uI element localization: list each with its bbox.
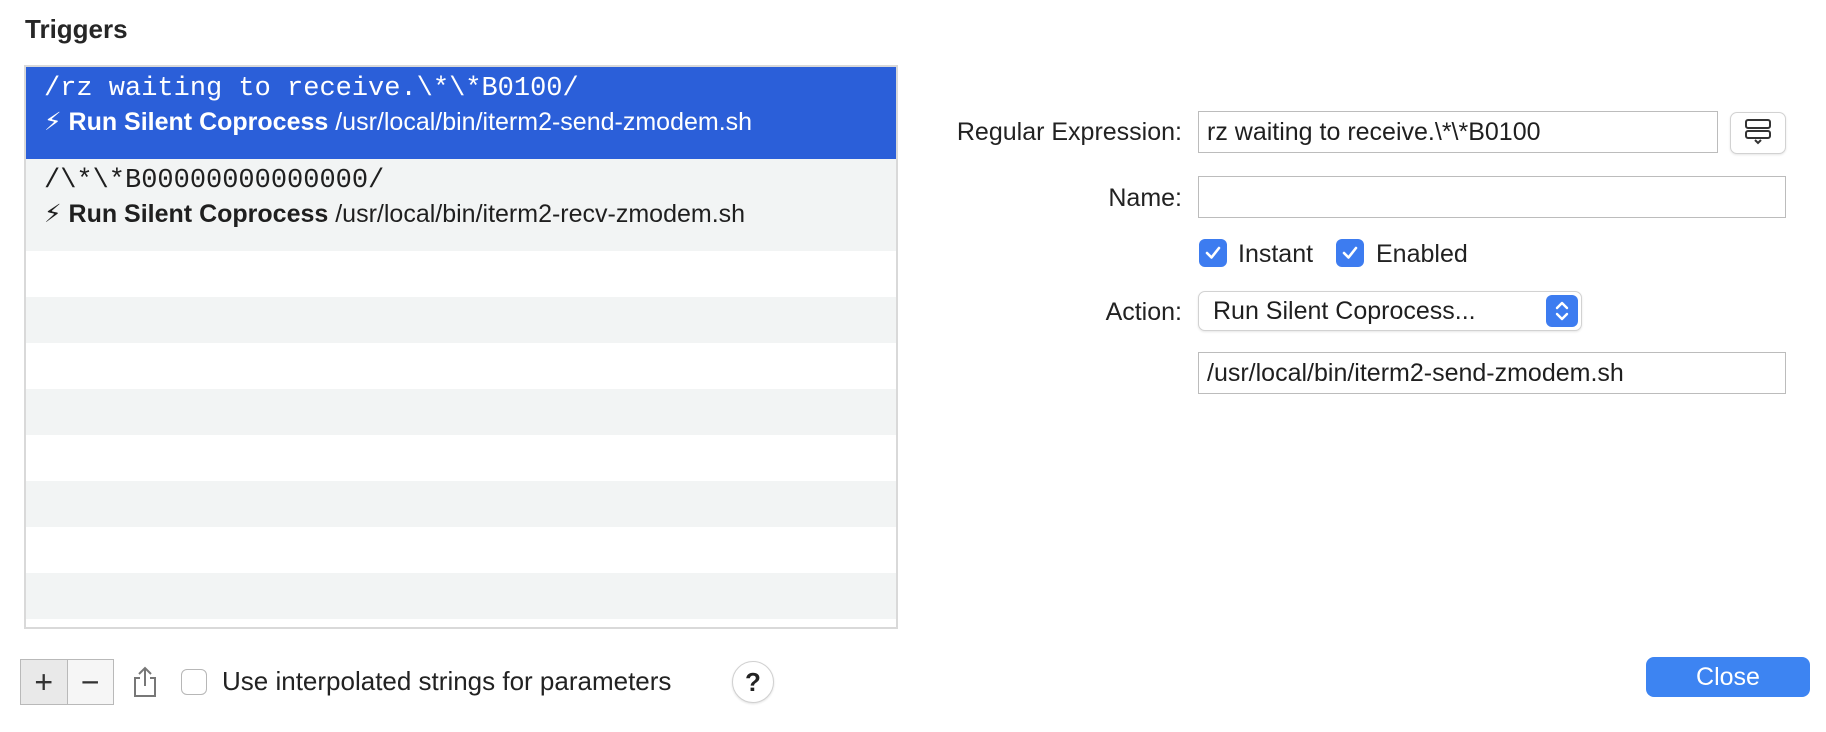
trigger-regex: /rz waiting to receive.\*\*B0100/ xyxy=(44,74,579,104)
empty-row-stripe xyxy=(26,389,896,435)
help-button[interactable]: ? xyxy=(732,661,774,703)
trigger-row-2[interactable]: /\*\*B00000000000000/ ⚡ Run Silent Copro… xyxy=(26,159,896,251)
regex-menu-button[interactable] xyxy=(1730,112,1786,154)
empty-row-stripe xyxy=(26,573,896,619)
action-popup[interactable]: Run Silent Coprocess... xyxy=(1198,291,1582,331)
share-icon[interactable] xyxy=(130,662,160,702)
empty-row-stripe xyxy=(26,297,896,343)
close-button[interactable]: Close xyxy=(1646,657,1810,697)
trigger-action: ⚡ Run Silent Coprocess /usr/local/bin/it… xyxy=(44,106,896,139)
instant-checkbox[interactable] xyxy=(1199,239,1227,267)
interpolate-label: Use interpolated strings for parameters xyxy=(222,666,672,696)
action-label: Action: xyxy=(1105,298,1182,326)
name-label: Name: xyxy=(1108,184,1182,212)
triggers-heading: Triggers xyxy=(25,14,128,44)
trigger-list[interactable]: /rz waiting to receive.\*\*B0100/ ⚡ Run … xyxy=(24,65,898,629)
empty-row-stripe xyxy=(26,481,896,527)
add-trigger-button[interactable]: + xyxy=(21,660,68,704)
instant-label: Instant xyxy=(1238,240,1314,268)
enabled-checkbox[interactable] xyxy=(1336,239,1364,267)
trigger-action: ⚡ Run Silent Coprocess /usr/local/bin/it… xyxy=(44,198,896,231)
parameter-input[interactable]: /usr/local/bin/iterm2-send-zmodem.sh xyxy=(1198,352,1786,394)
action-popup-value: Run Silent Coprocess... xyxy=(1213,296,1476,325)
name-input[interactable] xyxy=(1198,176,1786,218)
trigger-action-param: /usr/local/bin/iterm2-send-zmodem.sh xyxy=(335,108,753,136)
interpolate-checkbox[interactable] xyxy=(181,669,207,695)
regex-input[interactable]: rz waiting to receive.\*\*B0100 xyxy=(1198,111,1718,153)
list-menu-icon xyxy=(1743,117,1773,150)
add-remove-control: + − xyxy=(20,659,114,705)
lightning-icon: ⚡ xyxy=(44,108,62,136)
enabled-label: Enabled xyxy=(1376,240,1468,268)
remove-trigger-button[interactable]: − xyxy=(68,660,114,704)
lightning-icon: ⚡ xyxy=(44,200,62,228)
trigger-action-name: Run Silent Coprocess xyxy=(68,200,329,228)
regex-label: Regular Expression: xyxy=(956,118,1182,146)
trigger-action-name: Run Silent Coprocess xyxy=(68,108,329,136)
up-down-chevron-icon xyxy=(1546,295,1578,327)
trigger-row-1[interactable]: /rz waiting to receive.\*\*B0100/ ⚡ Run … xyxy=(26,67,896,159)
trigger-action-param: /usr/local/bin/iterm2-recv-zmodem.sh xyxy=(335,200,746,228)
trigger-regex: /\*\*B00000000000000/ xyxy=(44,166,385,196)
